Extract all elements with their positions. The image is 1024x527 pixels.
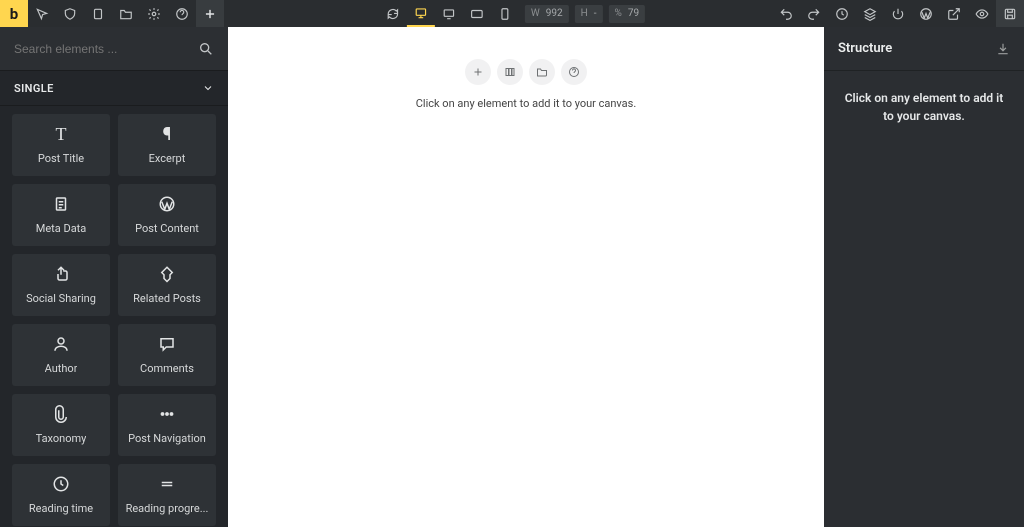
sync-icon[interactable]	[379, 0, 407, 27]
lines-icon	[158, 474, 176, 494]
element-label: Excerpt	[149, 152, 186, 165]
element-label: Social Sharing	[26, 292, 96, 305]
eye-icon[interactable]	[968, 0, 996, 27]
element-label: Taxonomy	[36, 432, 87, 445]
canvas-template-icon[interactable]	[529, 59, 555, 85]
pilcrow-icon: ¶	[163, 124, 172, 144]
element-excerpt[interactable]: ¶ Excerpt	[118, 114, 216, 176]
canvas-hint: Click on any element to add it to your c…	[416, 97, 637, 110]
category-header[interactable]: SINGLE	[0, 70, 228, 105]
structure-title: Structure	[838, 41, 892, 56]
download-icon[interactable]	[996, 42, 1010, 56]
add-element-button[interactable]	[196, 0, 224, 27]
T-icon: T	[56, 124, 67, 144]
save-icon[interactable]	[996, 0, 1024, 27]
element-taxonomy[interactable]: Taxonomy	[12, 394, 110, 456]
folder-icon[interactable]	[112, 0, 140, 27]
topbar-left: b	[0, 0, 224, 27]
wp-icon	[158, 194, 176, 214]
user-icon	[52, 334, 70, 354]
canvas-help-icon[interactable]	[561, 59, 587, 85]
canvas[interactable]: Click on any element to add it to your c…	[228, 27, 824, 527]
search-input[interactable]	[14, 42, 198, 56]
topbar-right	[772, 0, 1024, 27]
pointer-icon[interactable]	[28, 0, 56, 27]
element-post-navigation[interactable]: Post Navigation	[118, 394, 216, 456]
element-label: Comments	[140, 362, 194, 375]
element-reading-time[interactable]: Reading time	[12, 464, 110, 526]
canvas-columns-icon[interactable]	[497, 59, 523, 85]
desktop-icon[interactable]	[435, 0, 463, 27]
shield-icon[interactable]	[56, 0, 84, 27]
element-label: Reading progre...	[126, 502, 209, 515]
element-meta-data[interactable]: Meta Data	[12, 184, 110, 246]
wordpress-icon[interactable]	[912, 0, 940, 27]
redo-icon[interactable]	[800, 0, 828, 27]
pin-icon	[158, 264, 176, 284]
doc-lines-icon	[52, 194, 70, 214]
element-author[interactable]: Author	[12, 324, 110, 386]
undo-icon[interactable]	[772, 0, 800, 27]
element-label: Post Title	[38, 152, 84, 165]
comment-icon	[158, 334, 176, 354]
share-icon	[52, 264, 70, 284]
element-label: Related Posts	[133, 292, 201, 305]
chevron-down-icon	[202, 82, 214, 94]
gear-icon[interactable]	[140, 0, 168, 27]
element-social-sharing[interactable]: Social Sharing	[12, 254, 110, 316]
category-label: SINGLE	[14, 82, 54, 95]
element-reading-progre-[interactable]: Reading progre...	[118, 464, 216, 526]
elements-sidebar: SINGLE T Post Title ¶ Excerpt Meta Data Post …	[0, 27, 228, 527]
elements-grid: T Post Title ¶ Excerpt Meta Data Post Content…	[0, 106, 228, 527]
history-icon[interactable]	[828, 0, 856, 27]
zoom-box[interactable]: %79	[609, 5, 646, 23]
topbar: b W992 H- %79	[0, 0, 1024, 27]
tablet-landscape-icon[interactable]	[463, 0, 491, 27]
element-label: Meta Data	[36, 222, 87, 235]
canvas-quick-buttons	[465, 59, 587, 85]
element-comments[interactable]: Comments	[118, 324, 216, 386]
element-post-content[interactable]: Post Content	[118, 184, 216, 246]
tablet-portrait-icon[interactable]	[491, 0, 519, 27]
brand-logo[interactable]: b	[0, 0, 28, 27]
search-icon[interactable]	[198, 41, 214, 57]
element-label: Post Navigation	[128, 432, 206, 445]
dots-icon	[158, 404, 176, 424]
element-related-posts[interactable]: Related Posts	[118, 254, 216, 316]
layers-icon[interactable]	[856, 0, 884, 27]
power-icon[interactable]	[884, 0, 912, 27]
structure-header: Structure	[824, 27, 1024, 71]
element-label: Reading time	[29, 502, 93, 515]
element-label: Author	[45, 362, 78, 375]
structure-panel: Structure Click on any element to add it…	[824, 27, 1024, 527]
desktop-full-icon[interactable]	[407, 0, 435, 27]
external-link-icon[interactable]	[940, 0, 968, 27]
height-box[interactable]: H-	[575, 5, 603, 23]
dimensions: W992 H- %79	[525, 5, 645, 23]
clock-icon	[52, 474, 70, 494]
structure-hint: Click on any element to add it to your c…	[824, 71, 1024, 143]
clip-icon	[52, 404, 70, 424]
element-label: Post Content	[135, 222, 199, 235]
pages-icon[interactable]	[84, 0, 112, 27]
element-post-title[interactable]: T Post Title	[12, 114, 110, 176]
topbar-center: W992 H- %79	[379, 0, 645, 27]
search-bar	[0, 27, 228, 70]
width-box[interactable]: W992	[525, 5, 569, 23]
canvas-add-icon[interactable]	[465, 59, 491, 85]
help-icon[interactable]	[168, 0, 196, 27]
